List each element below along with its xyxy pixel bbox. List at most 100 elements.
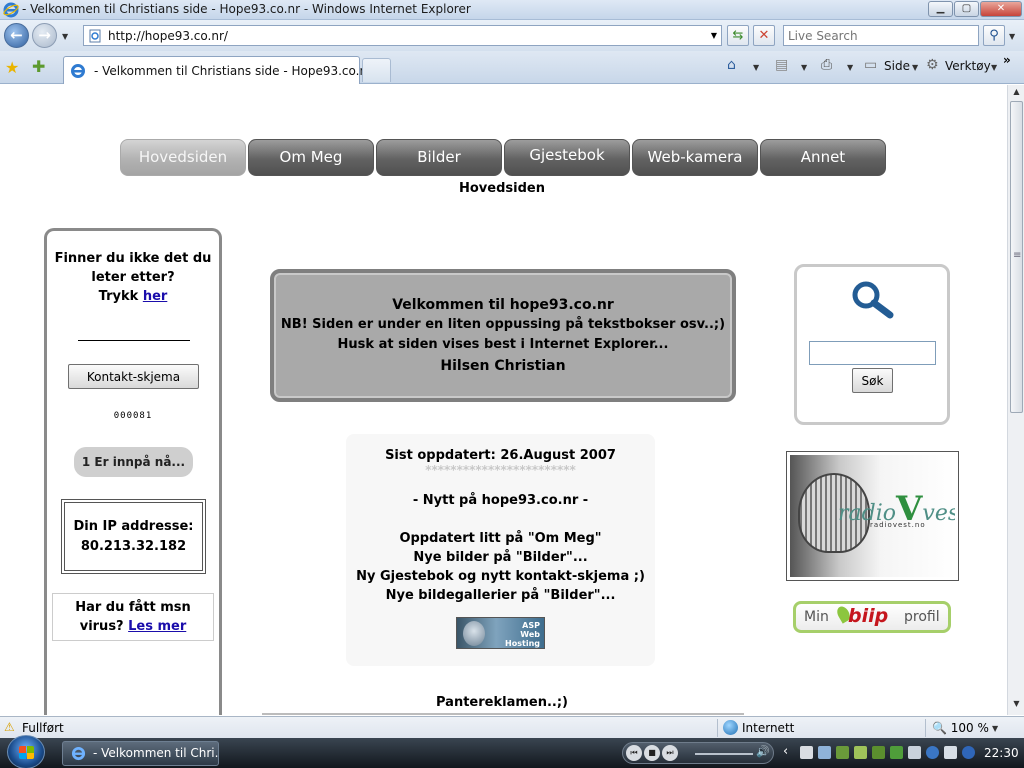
update-icon[interactable] — [962, 746, 975, 759]
site-search-button[interactable]: Søk — [852, 368, 893, 393]
signal-icon[interactable] — [854, 746, 867, 759]
nav-bilder[interactable]: Bilder — [376, 139, 502, 176]
vertical-scrollbar[interactable]: ▲ ▼ — [1007, 85, 1024, 715]
live-search-box[interactable] — [783, 25, 979, 46]
favorites-star-icon[interactable]: ★ — [5, 58, 19, 77]
updates-box: Sist oppdatert: 26.August 2007 *********… — [346, 434, 655, 666]
antivirus-icon[interactable] — [944, 746, 957, 759]
zoom-level[interactable]: 🔍 100 % — [932, 721, 989, 735]
forward-button[interactable]: → — [32, 23, 57, 48]
internet-zone-icon — [723, 720, 738, 735]
maximize-button[interactable]: ▢ — [954, 1, 979, 17]
magnifier-icon — [852, 281, 894, 319]
start-button[interactable] — [7, 735, 45, 768]
search-options-icon[interactable]: ▼ — [1009, 32, 1015, 41]
news-item: Nye bildegallerier på "Bilder"... — [385, 588, 616, 603]
tools-menu-dropdown-icon[interactable]: ▼ — [991, 63, 997, 72]
stop-media-icon[interactable]: ■ — [644, 745, 660, 761]
contact-form-button[interactable]: Kontakt-skjema — [68, 364, 199, 389]
refresh-button[interactable]: ⇆ — [727, 25, 749, 46]
ie-tab-icon — [71, 64, 85, 78]
radio-vest-ad[interactable]: radioVvest radiovest.no — [786, 451, 959, 581]
tab-label: - Velkommen til Christians side - Hope93… — [94, 64, 373, 78]
minimize-button[interactable]: ▁ — [928, 1, 953, 17]
site-search-input[interactable] — [809, 341, 936, 365]
tab-toolbar: ★ ✚ - Velkommen til Christians side - Ho… — [0, 51, 1024, 84]
back-button[interactable]: ← — [4, 23, 29, 48]
volume-icon[interactable] — [908, 746, 921, 759]
system-tray: ‹ 22:30 — [780, 741, 1024, 766]
feeds-dropdown-icon[interactable]: ▼ — [801, 63, 807, 72]
network-icon[interactable] — [818, 746, 831, 759]
biip-profile-badge[interactable]: Min biip profil — [793, 601, 951, 633]
volume-slider[interactable] — [695, 753, 753, 755]
windows-taskbar: - Velkommen til Chri... ⏮ ■ ⏭ 🔊 ‹ 22:30 — [0, 735, 1024, 768]
nav-annet[interactable]: Annet — [760, 139, 886, 176]
refresh-icon: ⇆ — [732, 28, 744, 43]
status-bar: ⚠ Fullført Internett 🔍 100 % ▼ — [0, 716, 1024, 738]
print-icon[interactable]: ⎙ — [821, 57, 832, 73]
ip-label: Din IP addresse: — [73, 519, 194, 534]
ie-taskbar-icon — [71, 746, 86, 761]
history-dropdown-icon[interactable]: ▼ — [62, 32, 68, 41]
close-icon: ✕ — [996, 3, 1006, 14]
page-menu[interactable]: Side — [884, 59, 910, 73]
close-button[interactable]: ✕ — [980, 1, 1022, 17]
help-text: Finner du ikke det du leter etter? Trykk… — [54, 251, 212, 304]
star-divider: ************************ — [425, 463, 576, 477]
clock[interactable]: 22:30 — [984, 746, 1019, 760]
window-titlebar: - Velkommen til Christians side - Hope93… — [0, 0, 1024, 20]
toolbar-overflow-icon[interactable]: » — [1003, 53, 1011, 67]
window-title: - Velkommen til Christians side - Hope93… — [22, 2, 471, 16]
help-link[interactable]: her — [143, 289, 167, 304]
badge-face-icon — [463, 621, 485, 646]
live-search-input[interactable] — [784, 26, 978, 45]
home-dropdown-icon[interactable]: ▼ — [753, 63, 759, 72]
home-icon[interactable]: ⌂ — [727, 57, 736, 73]
welcome-signature: Hilsen Christian — [440, 358, 566, 374]
left-sidebar: Finner du ikke det du leter etter? Trykk… — [44, 228, 222, 715]
scroll-up-icon[interactable]: ▲ — [1010, 87, 1023, 101]
page-menu-dropdown-icon[interactable]: ▼ — [912, 63, 918, 72]
address-toolbar: ← → ▼ http://hope93.co.nr/ ▼ ⇆ ✕ ⚲ ▼ — [0, 20, 1024, 51]
radio-vest-url: radiovest.no — [870, 521, 926, 529]
asp-web-hosting-badge[interactable]: ASP Web Hosting — [456, 617, 545, 649]
zoom-dropdown-icon[interactable]: ▼ — [992, 724, 998, 733]
url-text: http://hope93.co.nr/ — [108, 29, 228, 43]
stop-icon: ✕ — [758, 28, 770, 43]
nav-hovedsiden[interactable]: Hovedsiden — [120, 139, 246, 176]
taskbar-ie-window[interactable]: - Velkommen til Chri... — [62, 741, 219, 766]
wifi-icon[interactable] — [890, 746, 903, 759]
panter-ad-banner[interactable] — [262, 713, 744, 715]
tools-menu[interactable]: Verktøy — [945, 59, 991, 73]
news-item: Oppdatert litt på "Om Meg" — [399, 531, 602, 546]
security-zone[interactable]: Internett — [742, 721, 794, 735]
feeds-icon[interactable]: ▤ — [775, 57, 788, 73]
tab-hope93[interactable]: - Velkommen til Christians side - Hope93… — [63, 56, 372, 84]
address-field[interactable]: http://hope93.co.nr/ ▼ — [83, 25, 722, 46]
divider — [78, 340, 190, 341]
new-tab-button[interactable] — [362, 58, 391, 82]
read-more-link[interactable]: Les mer — [128, 619, 186, 634]
messenger-icon[interactable] — [926, 746, 939, 759]
nav-om-meg[interactable]: Om Meg — [248, 139, 374, 176]
url-dropdown-icon[interactable]: ▼ — [711, 31, 717, 40]
nav-gjestebok[interactable]: Gjestebok — [504, 139, 630, 176]
minimize-icon: ▁ — [936, 3, 945, 14]
search-go-button[interactable]: ⚲ — [983, 25, 1005, 46]
tray-icon[interactable] — [800, 746, 813, 759]
welcome-box: Velkommen til hope93.co.nr NB! Siden er … — [270, 269, 736, 402]
scroll-thumb[interactable] — [1010, 101, 1023, 413]
stop-button[interactable]: ✕ — [753, 25, 775, 46]
nav-web-kamera[interactable]: Web-kamera — [632, 139, 758, 176]
previous-icon[interactable]: ⏮ — [626, 745, 642, 761]
bars-icon[interactable] — [872, 746, 885, 759]
speaker-icon[interactable]: 🔊 — [756, 745, 770, 758]
scroll-down-icon[interactable]: ▼ — [1010, 699, 1023, 713]
print-dropdown-icon[interactable]: ▼ — [847, 63, 853, 72]
tray-expand-icon[interactable]: ‹ — [783, 744, 788, 759]
page-menu-icon: ▭ — [864, 57, 878, 73]
user-icon[interactable] — [836, 746, 849, 759]
add-favorites-icon[interactable]: ✚ — [32, 57, 45, 76]
next-icon[interactable]: ⏭ — [662, 745, 678, 761]
